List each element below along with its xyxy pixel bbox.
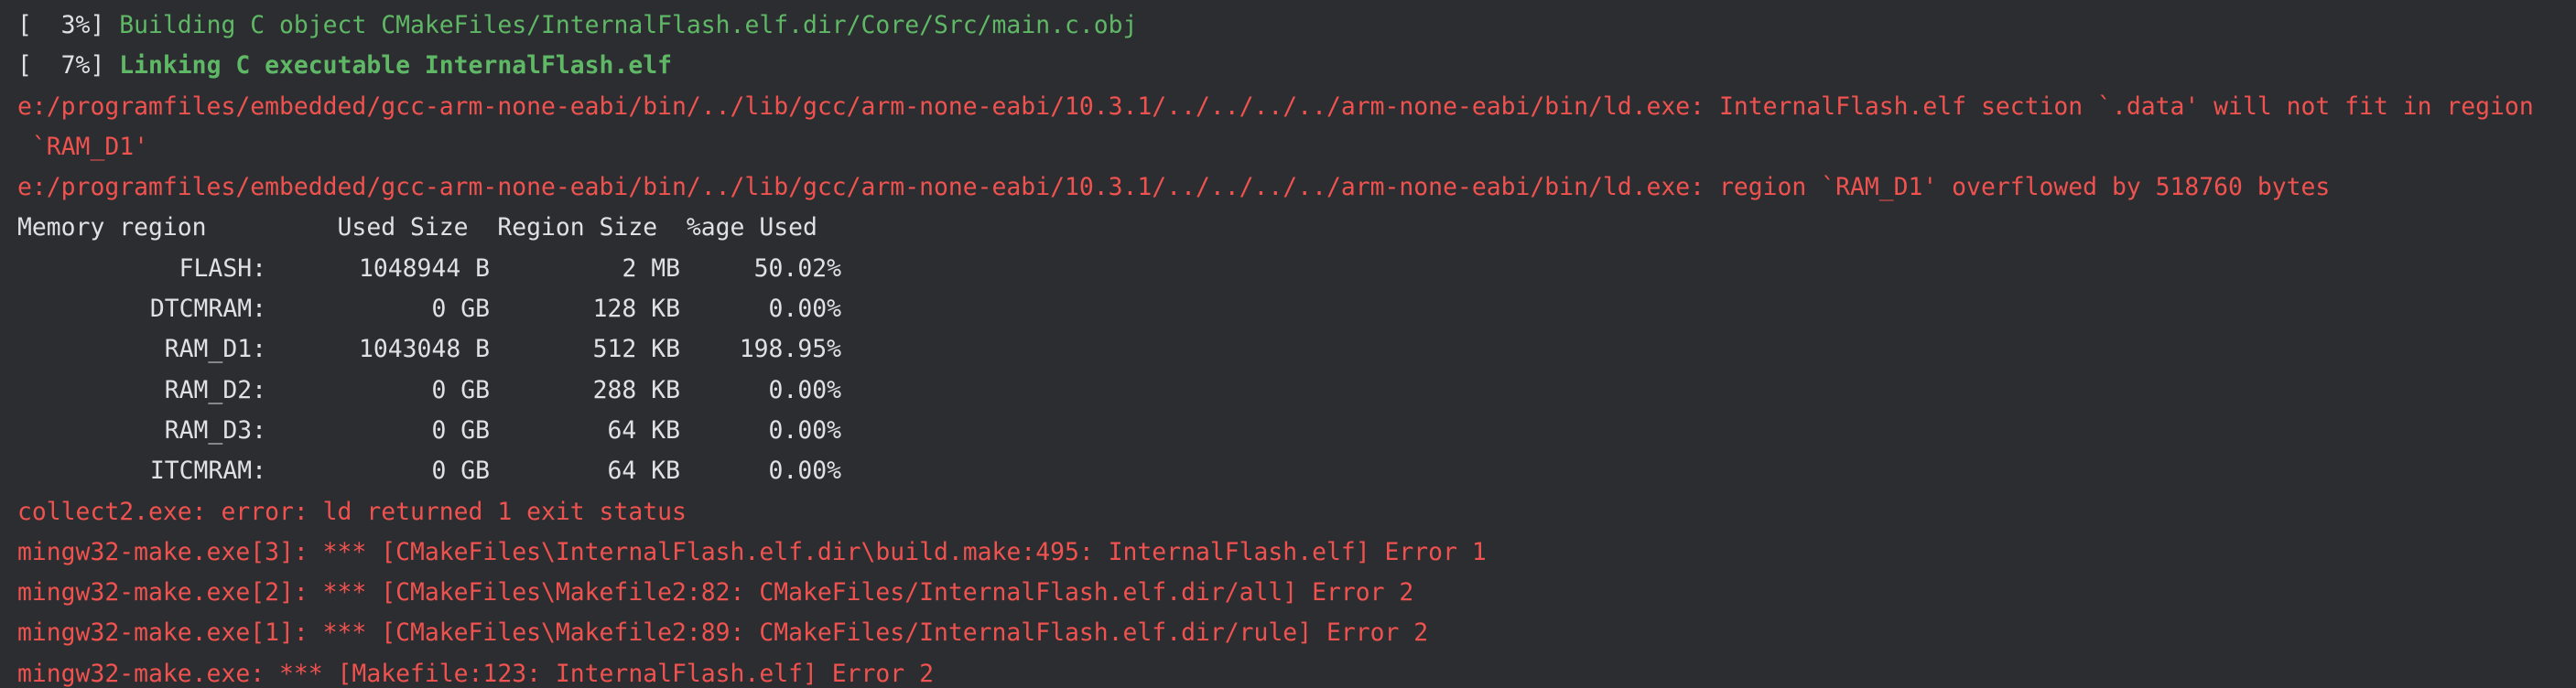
memory-row: ITCMRAM: 0 GB 64 KB 0.00% — [17, 451, 2576, 491]
make-error-line-2: mingw32-make.exe[2]: *** [CMakeFiles\Mak… — [17, 578, 1414, 607]
memory-region-size: 2 MB — [622, 253, 680, 283]
make-error-line-1: mingw32-make.exe[1]: *** [CMakeFiles\Mak… — [17, 618, 1429, 648]
make-error-line-0: mingw32-make.exe: *** [Makefile:123: Int… — [17, 659, 934, 688]
memory-region-name: RAM_D1: — [164, 335, 266, 364]
memory-row: RAM_D1: 1043048 B 512 KB 198.95% — [17, 329, 2576, 370]
build-step-line: [ 3%] Building C object CMakeFiles/Inter… — [17, 5, 2576, 46]
memory-row: FLASH: 1048944 B 2 MB 50.02% — [17, 249, 2576, 289]
memory-usage-percent: 198.95% — [739, 335, 841, 364]
memory-row: RAM_D3: 0 GB 64 KB 0.00% — [17, 411, 2576, 451]
memory-used-size: 1048944 B — [359, 253, 490, 283]
memory-region-name: DTCMRAM: — [149, 295, 266, 324]
memory-region-size: 64 KB — [607, 457, 680, 486]
terminal-output[interactable]: [ 3%] Building C object CMakeFiles/Inter… — [0, 0, 2576, 688]
memory-usage-percent: 0.00% — [768, 295, 841, 324]
memory-used-size: 1043048 B — [359, 335, 490, 364]
memory-usage-percent: 0.00% — [768, 375, 841, 404]
memory-row: RAM_D2: 0 GB 288 KB 0.00% — [17, 371, 2576, 411]
collect2-error-line: collect2.exe: error: ld returned 1 exit … — [17, 497, 687, 526]
memory-region-name: ITCMRAM: — [149, 457, 266, 486]
link-step-text: Linking C executable InternalFlash.elf — [119, 51, 672, 81]
memory-region-size: 128 KB — [592, 295, 680, 324]
memory-region-size: 512 KB — [592, 335, 680, 364]
linker-error-continuation: `RAM_D1' — [17, 132, 148, 161]
memory-used-size: 0 GB — [431, 375, 490, 404]
linker-error-line: e:/programfiles/embedded/gcc-arm-none-ea… — [17, 91, 2534, 121]
memory-usage-percent: 0.00% — [768, 457, 841, 486]
memory-used-size: 0 GB — [431, 295, 490, 324]
link-step-line: [ 7%] Linking C executable InternalFlash… — [17, 46, 2576, 86]
memory-row: DTCMRAM: 0 GB 128 KB 0.00% — [17, 289, 2576, 329]
memory-usage-percent: 50.02% — [753, 253, 841, 283]
memory-table-header: Memory region Used Size Region Size %age… — [17, 213, 817, 242]
progress-prefix: [ 3%] — [17, 11, 120, 39]
memory-region-name: RAM_D3: — [164, 415, 266, 445]
make-error-line-3: mingw32-make.exe[3]: *** [CMakeFiles\Int… — [17, 537, 1487, 566]
memory-region-name: RAM_D2: — [164, 375, 266, 404]
memory-region-size: 288 KB — [592, 375, 680, 404]
memory-region-size: 64 KB — [607, 415, 680, 445]
build-step-text: Building C object CMakeFiles/InternalFla… — [119, 11, 1138, 39]
memory-region-name: FLASH: — [179, 253, 266, 283]
linker-overflow-line: e:/programfiles/embedded/gcc-arm-none-ea… — [17, 173, 2331, 202]
memory-used-size: 0 GB — [431, 415, 490, 445]
progress-prefix: [ 7%] — [17, 51, 120, 81]
memory-usage-percent: 0.00% — [768, 415, 841, 445]
memory-used-size: 0 GB — [431, 457, 490, 486]
